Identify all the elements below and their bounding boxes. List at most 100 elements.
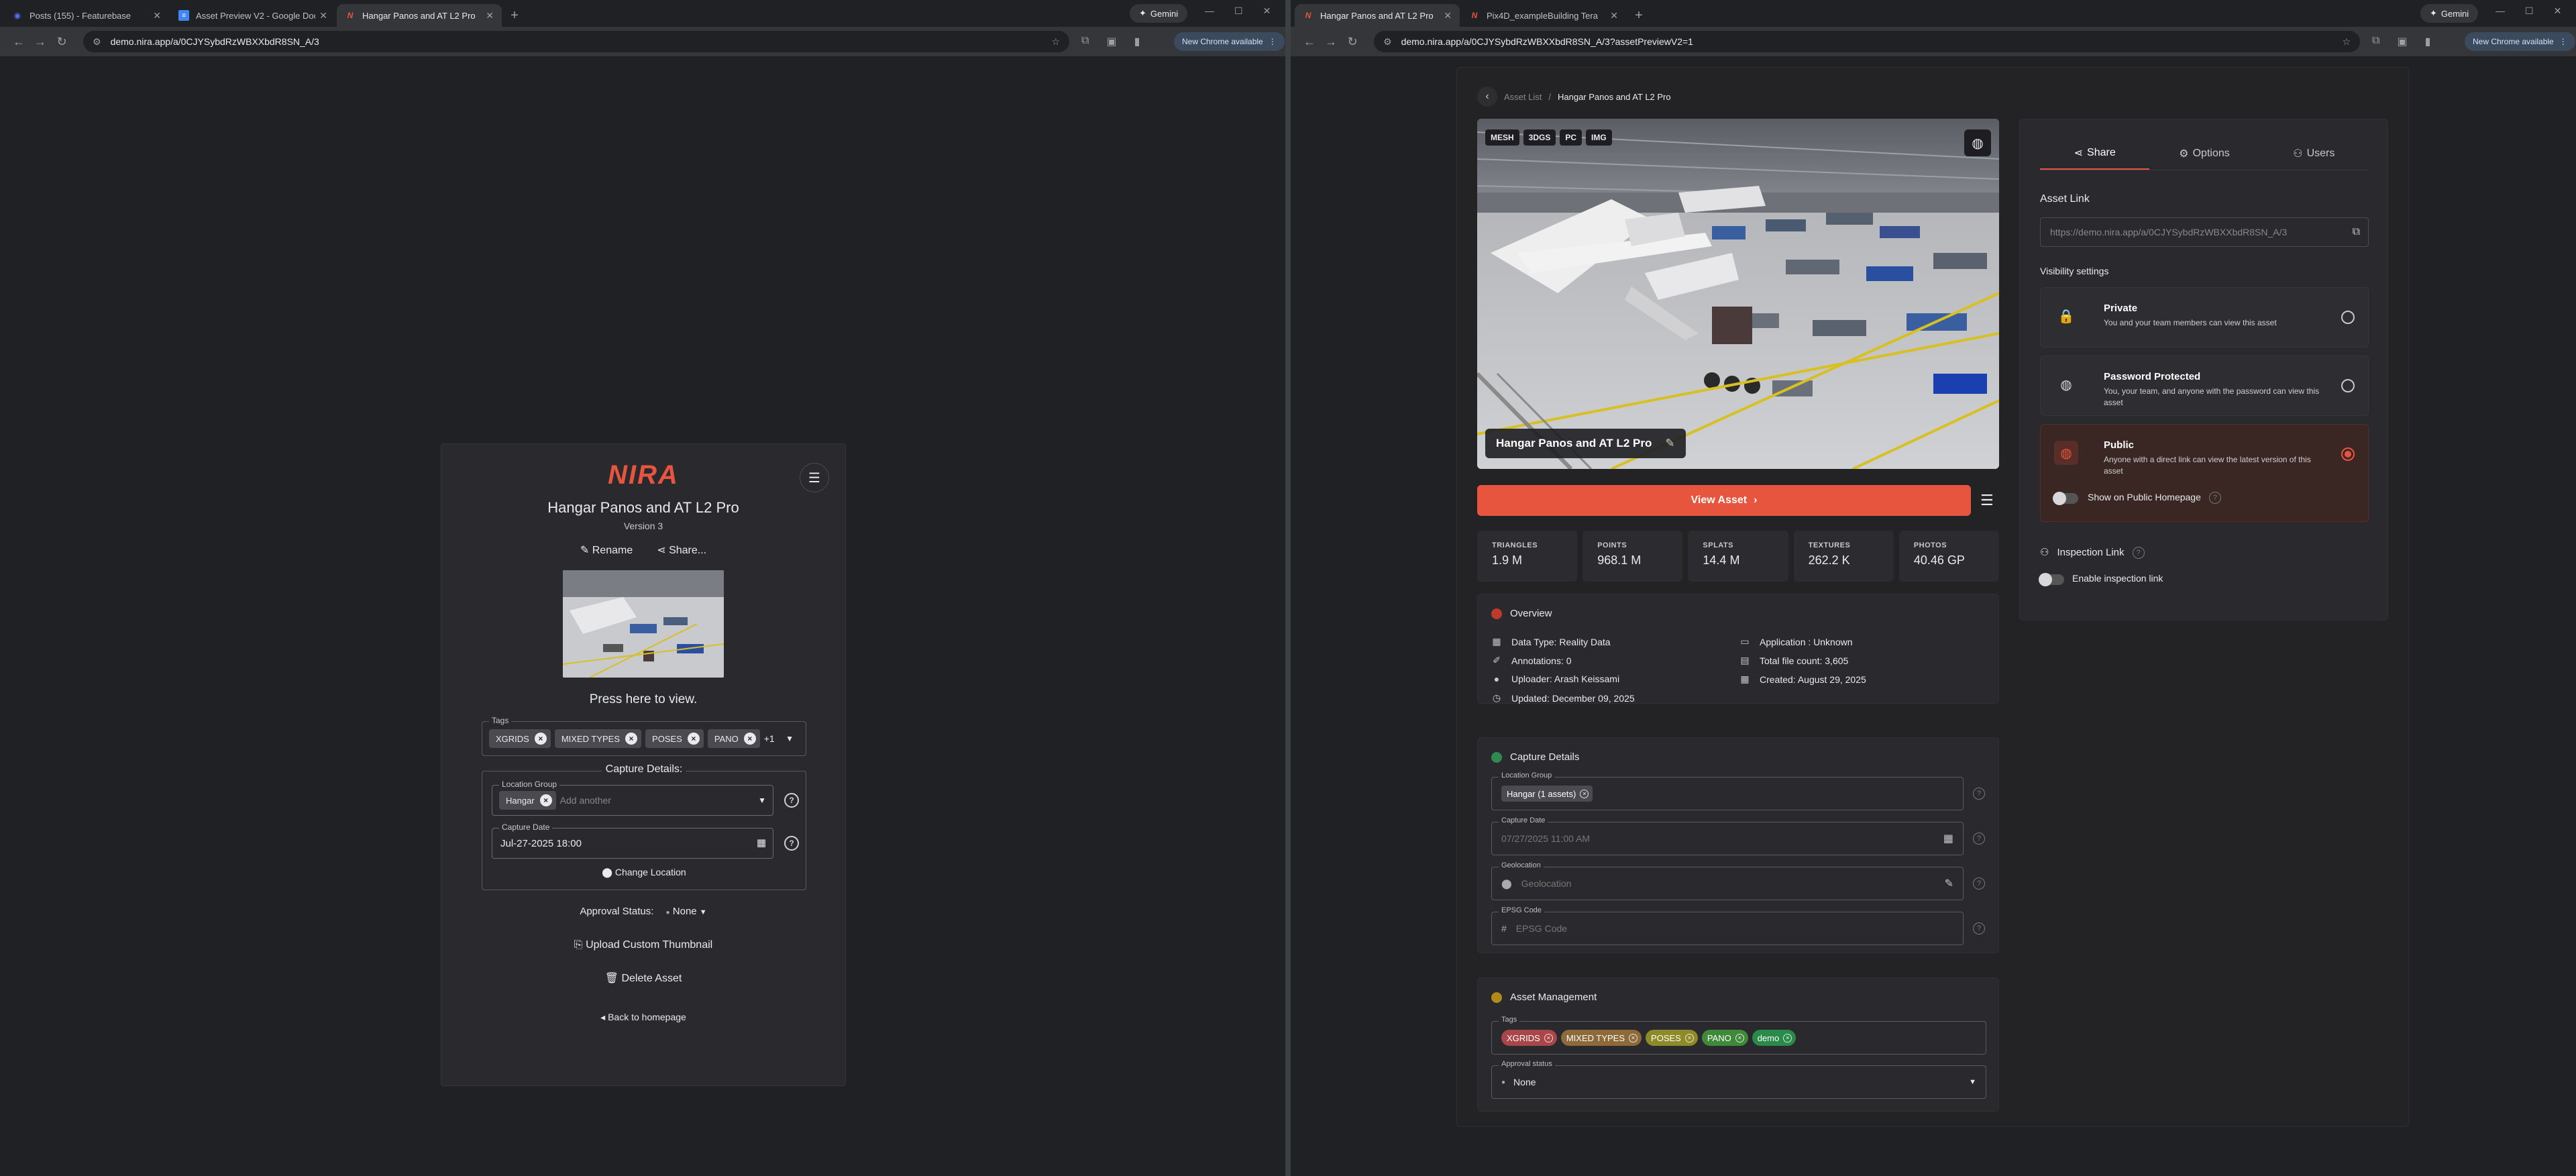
tab-pix4d[interactable]: N Pix4D_exampleBuilding Tera ✕ xyxy=(1461,4,1626,27)
gemini-button[interactable]: ✦ Gemini xyxy=(2420,4,2479,23)
delete-asset-button[interactable]: 🗑 Delete Asset xyxy=(441,971,845,985)
tags-field[interactable]: Tags XGRIDS × MIXED TYPES × POSES × PANO × d… xyxy=(1491,1016,1986,1055)
address-bar[interactable]: ⚙ demo.nira.app/a/0CJYSybdRzWBXXbdR8SN_A… xyxy=(1374,31,2360,52)
tab-share[interactable]: ⋖ Share xyxy=(2040,137,2150,170)
password-radio[interactable] xyxy=(2341,379,2355,392)
capture-date-field[interactable]: Capture Date 07/27/2025 11:00 AM ▦ xyxy=(1491,816,1964,855)
back-to-homepage-link[interactable]: ◂ Back to homepage xyxy=(441,1012,845,1023)
address-bar[interactable]: ⚙ demo.nira.app/a/0CJYSybdRzWBXXbdR8SN_A… xyxy=(83,31,1069,52)
chrome-update-button[interactable]: New Chrome available ⋮ xyxy=(2465,32,2575,51)
bookmark-star-icon[interactable]: ☆ xyxy=(2342,36,2351,48)
asset-viewer[interactable]: MESH 3DGS PC IMG ◍ Hangar Panos and AT L… xyxy=(1477,119,1999,469)
edit-pencil-icon[interactable]: ✎ xyxy=(1945,877,1953,890)
upload-thumbnail-button[interactable]: ⎘ Upload Custom Thumbnail xyxy=(441,939,845,951)
minimize-icon[interactable]: — xyxy=(2496,5,2505,17)
view-options-menu-icon[interactable]: ☰ xyxy=(1980,492,1994,509)
help-icon[interactable]: ? xyxy=(1973,877,1985,890)
site-info-icon[interactable]: ⚙ xyxy=(93,36,101,48)
extensions-icon[interactable]: ⧉ xyxy=(1081,35,1089,48)
visibility-private[interactable]: 🔒 Private You and your team members can … xyxy=(2040,287,2369,348)
help-icon[interactable]: ? xyxy=(1973,833,1985,845)
approval-status-select[interactable]: Approval status ● None ▼ xyxy=(1491,1060,1986,1099)
remove-tag-icon[interactable]: × xyxy=(625,733,638,745)
remove-tag-icon[interactable]: × xyxy=(1735,1033,1744,1043)
approval-dropdown[interactable]: ● None ▼ xyxy=(666,906,707,917)
asset-link-field[interactable]: https://demo.nira.app/a/0CJYSybdRzWBXXbd… xyxy=(2040,217,2369,247)
maximize-icon[interactable]: ☐ xyxy=(1234,5,1243,17)
edit-pencil-icon[interactable]: ✎ xyxy=(1665,437,1674,450)
globe-icon[interactable]: ◍ xyxy=(1964,129,1991,156)
help-icon[interactable]: ? xyxy=(1973,788,1985,800)
close-tab-icon[interactable]: ✕ xyxy=(486,10,494,21)
change-location-button[interactable]: ⬤ Change Location xyxy=(482,867,806,878)
close-tab-icon[interactable]: ✕ xyxy=(1444,10,1452,21)
back-chevron-icon[interactable]: ‹ xyxy=(1477,87,1497,107)
remove-tag-icon[interactable]: × xyxy=(1544,1033,1553,1043)
tab-hangar[interactable]: N Hangar Panos and AT L2 Pro ✕ xyxy=(337,4,502,27)
calendar-icon[interactable]: ▦ xyxy=(757,837,766,849)
tab-google-doc[interactable]: ≡ Asset Preview V2 - Google Doc ✕ xyxy=(170,4,335,27)
split-view-icon[interactable]: ▣ xyxy=(2397,35,2407,48)
split-view-icon[interactable]: ▣ xyxy=(1106,35,1116,48)
dropdown-caret-icon[interactable]: ▼ xyxy=(758,796,766,805)
back-arrow-icon[interactable]: ← xyxy=(8,35,30,49)
help-icon[interactable]: ? xyxy=(1973,922,1985,934)
location-group-field[interactable]: Location Group Hangar × Add another ▼ xyxy=(492,780,773,816)
remove-tag-icon[interactable]: × xyxy=(1783,1033,1792,1043)
calendar-icon[interactable]: ▦ xyxy=(1943,832,1953,845)
hamburger-menu-icon[interactable]: ☰ xyxy=(800,463,829,492)
site-info-icon[interactable]: ⚙ xyxy=(1383,36,1392,48)
help-icon[interactable]: ? xyxy=(784,793,799,808)
copy-icon[interactable]: ⧉ xyxy=(2353,226,2360,238)
visibility-public[interactable]: ◍ Public Anyone with a direct link can v… xyxy=(2040,424,2369,522)
location-group-field[interactable]: Location Group Hangar (1 assets) × xyxy=(1491,771,1964,810)
bookmark-star-icon[interactable]: ☆ xyxy=(1051,36,1060,48)
close-tab-icon[interactable]: ✕ xyxy=(319,10,327,21)
close-tab-icon[interactable]: ✕ xyxy=(1610,10,1618,21)
tab-featurebase[interactable]: ◉ Posts (155) - Featurebase ✕ xyxy=(4,4,169,27)
profile-icon[interactable]: ▮ xyxy=(1134,35,1140,48)
tags-field[interactable]: Tags XGRIDS × MIXED TYPES × POSES × PANO × +… xyxy=(482,716,806,756)
remove-tag-icon[interactable]: × xyxy=(1684,1033,1694,1043)
extensions-icon[interactable]: ⧉ xyxy=(2372,35,2379,48)
close-window-icon[interactable]: ✕ xyxy=(1263,5,1271,17)
help-icon[interactable]: ? xyxy=(784,836,799,851)
share-button[interactable]: ⋖ Share... xyxy=(657,543,706,557)
remove-tag-icon[interactable]: × xyxy=(743,733,756,745)
forward-arrow-icon[interactable]: → xyxy=(1320,35,1342,49)
gemini-button[interactable]: ✦ Gemini xyxy=(1130,4,1188,23)
remove-tag-icon[interactable]: × xyxy=(1629,1033,1638,1043)
epsg-code-field[interactable]: EPSG Code # EPSG Code xyxy=(1491,906,1964,945)
back-arrow-icon[interactable]: ← xyxy=(1299,35,1320,49)
reload-icon[interactable]: ↻ xyxy=(51,35,72,49)
help-icon[interactable]: ? xyxy=(2132,547,2145,559)
tab-users[interactable]: ⚇ Users xyxy=(2259,137,2369,170)
view-asset-button[interactable]: View Asset › xyxy=(1477,485,1971,516)
remove-location-icon[interactable]: × xyxy=(1580,789,1589,798)
forward-arrow-icon[interactable]: → xyxy=(30,35,51,49)
remove-location-icon[interactable]: × xyxy=(539,794,552,806)
inspection-toggle[interactable] xyxy=(2039,573,2064,586)
minimize-icon[interactable]: — xyxy=(1205,5,1214,17)
reload-icon[interactable]: ↻ xyxy=(1342,35,1363,49)
public-radio[interactable] xyxy=(2341,447,2355,461)
private-radio[interactable] xyxy=(2341,311,2355,324)
remove-tag-icon[interactable]: × xyxy=(534,733,547,745)
tab-hangar[interactable]: N Hangar Panos and AT L2 Pro ✕ xyxy=(1295,4,1460,27)
dropdown-caret-icon[interactable]: ▼ xyxy=(786,734,794,743)
breadcrumb-asset-list[interactable]: Asset List xyxy=(1504,92,1542,102)
profile-icon[interactable]: ▮ xyxy=(2425,35,2431,48)
location-input-placeholder[interactable]: Add another xyxy=(560,795,611,806)
chrome-update-button[interactable]: New Chrome available ⋮ xyxy=(1174,32,1285,51)
tab-options[interactable]: ⚙ Options xyxy=(2149,137,2259,170)
asset-thumbnail[interactable] xyxy=(563,570,724,678)
close-window-icon[interactable]: ✕ xyxy=(2554,5,2562,17)
rename-button[interactable]: ✎ Rename xyxy=(580,543,633,557)
new-tab-icon[interactable]: + xyxy=(503,4,526,27)
remove-tag-icon[interactable]: × xyxy=(687,733,700,745)
capture-date-field[interactable]: Capture Date Jul-27-2025 18:00 ▦ xyxy=(492,822,773,859)
press-to-view[interactable]: Press here to view. xyxy=(441,692,845,707)
help-icon[interactable]: ? xyxy=(2208,492,2221,504)
maximize-icon[interactable]: ☐ xyxy=(2525,5,2534,17)
close-tab-icon[interactable]: ✕ xyxy=(153,10,161,21)
